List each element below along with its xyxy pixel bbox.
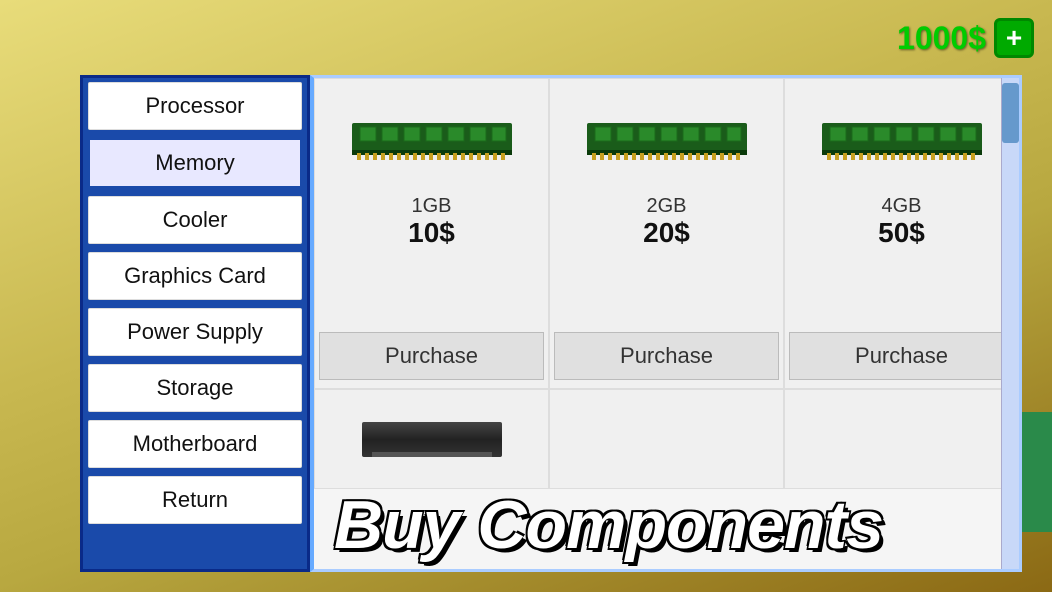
purchase-button-4gb[interactable]: Purchase <box>789 332 1014 380</box>
product-info-4gb: 4GB 50$ <box>874 191 929 253</box>
purchase-button-1gb[interactable]: Purchase <box>319 332 544 380</box>
sidebar-item-memory[interactable]: Memory <box>88 138 302 188</box>
product-price-2gb: 20$ <box>643 218 690 249</box>
purchase-button-2gb[interactable]: Purchase <box>554 332 779 380</box>
product-price-4gb: 50$ <box>878 218 925 249</box>
product-cell-1gb: 1GB 10$ Purchase <box>314 78 549 389</box>
ram-icon-2gb <box>587 115 747 160</box>
sidebar-item-graphics-card[interactable]: Graphics Card <box>88 252 302 300</box>
product-cell-2gb: 2GB 20$ Purchase <box>549 78 784 389</box>
add-money-button[interactable]: + <box>994 18 1034 58</box>
main-panel: Processor Memory Cooler Graphics Card Po… <box>80 75 1022 572</box>
product-image-1gb <box>319 87 544 187</box>
sidebar-item-processor[interactable]: Processor <box>88 82 302 130</box>
product-info-1gb: 1GB 10$ <box>404 191 459 253</box>
product-price-1gb: 10$ <box>408 218 455 249</box>
ram-icon-4gb <box>822 115 982 160</box>
product-cell-4gb: 4GB 50$ Purchase <box>784 78 1019 389</box>
product-size-1gb: 1GB <box>408 195 455 218</box>
sidebar: Processor Memory Cooler Graphics Card Po… <box>80 75 310 572</box>
dark-ram-icon <box>362 422 502 457</box>
product-info-2gb: 2GB 20$ <box>639 191 694 253</box>
product-size-2gb: 2GB <box>643 195 690 218</box>
money-display: 1000$ + <box>897 18 1034 58</box>
product-cell-row2-3 <box>784 389 1019 489</box>
product-cell-row2-2 <box>549 389 784 489</box>
scroll-thumb <box>1002 83 1019 143</box>
sidebar-item-return[interactable]: Return <box>88 476 302 524</box>
product-image-2gb <box>554 87 779 187</box>
product-size-4gb: 4GB <box>878 195 925 218</box>
money-amount: 1000$ <box>897 20 986 57</box>
product-image-4gb <box>789 87 1014 187</box>
ram-icon-1gb <box>352 115 512 160</box>
content-area: 1GB 10$ Purchase <box>310 75 1022 572</box>
sidebar-item-motherboard[interactable]: Motherboard <box>88 420 302 468</box>
products-grid: 1GB 10$ Purchase <box>314 78 1019 569</box>
sidebar-item-cooler[interactable]: Cooler <box>88 196 302 244</box>
sidebar-item-power-supply[interactable]: Power Supply <box>88 308 302 356</box>
sidebar-item-storage[interactable]: Storage <box>88 364 302 412</box>
product-cell-row2-1 <box>314 389 549 489</box>
scrollbar[interactable] <box>1001 78 1019 569</box>
